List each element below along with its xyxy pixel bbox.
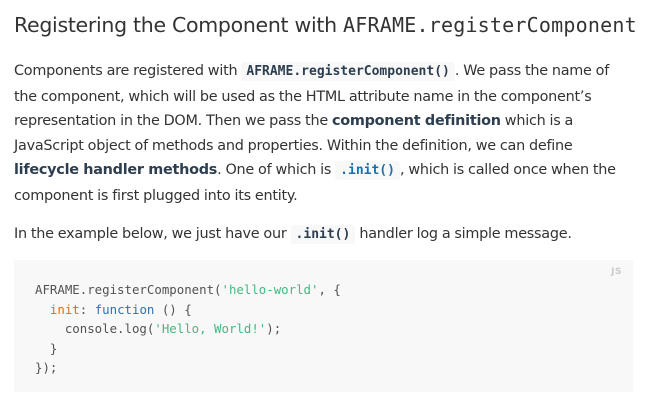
- code-token: :: [79, 301, 95, 317]
- text-span: In the example below, we just have our: [14, 226, 291, 242]
- bold-component-definition: component definition: [331, 113, 501, 129]
- code-token: console.log(: [35, 321, 155, 336]
- inline-code-register: AFRAME.registerComponent(): [241, 62, 455, 81]
- text-span: which is a: [500, 113, 574, 129]
- heading-text: Registering the Component with: [14, 13, 344, 37]
- code-string: 'Hello, World!': [154, 321, 267, 336]
- code-token: }: [35, 340, 58, 356]
- language-label: JS: [611, 267, 622, 277]
- heading-code: AFRAME.registerComponent: [343, 13, 637, 37]
- bold-lifecycle-handler-methods: lifecycle handler methods: [14, 162, 218, 178]
- section-heading: Registering the Component with AFRAME.re…: [14, 11, 637, 39]
- text-span: representation in the DOM. Then we pass …: [14, 113, 332, 129]
- code-token: AFRAME.registerComponent(: [35, 282, 222, 297]
- text-span: . One of which is: [217, 162, 336, 178]
- code-token: () {: [154, 301, 192, 317]
- inline-code-init: .init(): [290, 225, 356, 244]
- text-span: , which is called once when the: [399, 162, 616, 178]
- code-token: );: [266, 321, 282, 336]
- code-token: , {: [318, 282, 341, 297]
- paragraph-line: representation in the DOM. Then we pass …: [14, 109, 632, 134]
- text-span: . We pass the name of: [454, 63, 610, 79]
- paragraph-line: the component, which will be used as the…: [14, 88, 592, 105]
- paragraph-line: JavaScript object of methods and propert…: [14, 137, 573, 154]
- intro-paragraph: Components are registered with AFRAME.re…: [14, 59, 632, 208]
- code-property: init: [49, 301, 80, 317]
- text-span: handler log a simple message.: [355, 226, 572, 242]
- paragraph-line: lifecycle handler methods. One of which …: [14, 158, 632, 184]
- code-content[interactable]: AFRAME.registerComponent('hello-world', …: [35, 280, 341, 378]
- paragraph-line: Components are registered with AFRAME.re…: [14, 59, 632, 85]
- code-string: 'hello-world': [221, 282, 319, 297]
- code-token: });: [35, 360, 58, 375]
- code-block[interactable]: JS AFRAME.registerComponent('hello-world…: [14, 260, 633, 392]
- code-keyword: function: [94, 301, 155, 317]
- text-span: Components are registered with: [14, 63, 242, 79]
- inline-code-init-link[interactable]: .init(): [335, 161, 400, 180]
- example-paragraph: In the example below, we just have our .…: [14, 222, 632, 248]
- paragraph-line: component is first plugged into its enti…: [14, 187, 298, 204]
